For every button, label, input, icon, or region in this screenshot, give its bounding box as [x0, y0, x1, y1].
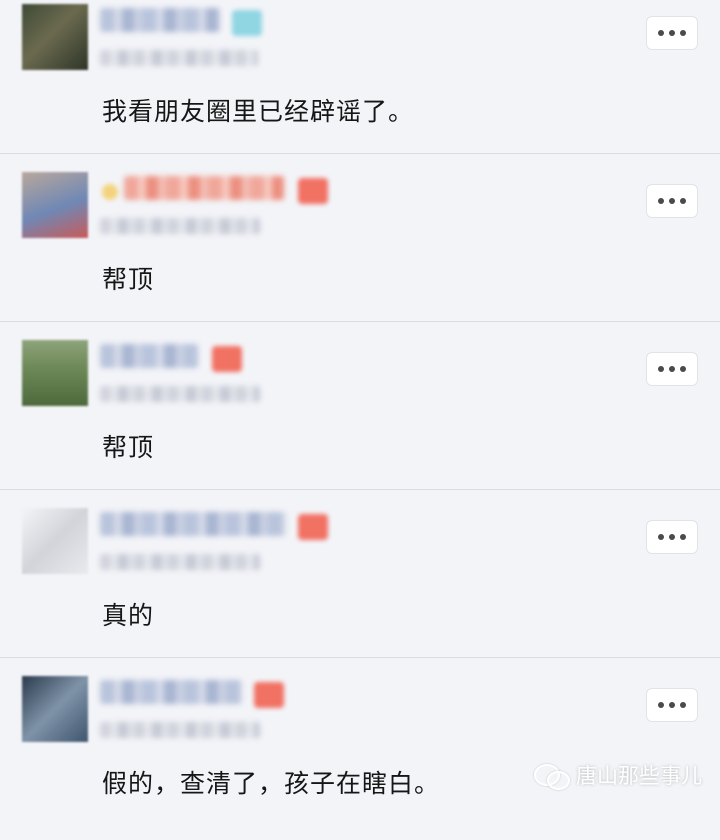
ellipsis-icon: [658, 534, 664, 540]
avatar[interactable]: [22, 4, 88, 70]
comment-item: 帮顶: [0, 168, 720, 336]
more-options-button[interactable]: [646, 520, 698, 554]
ellipsis-icon: [658, 366, 664, 372]
ellipsis-icon: [658, 30, 664, 36]
comment-text: 帮顶: [102, 433, 155, 462]
comment-item: 假的，查清了，孩子在瞎白。: [0, 672, 720, 840]
avatar[interactable]: [22, 676, 88, 742]
username-blurred[interactable]: [100, 344, 198, 368]
comment-text: 我看朋友圈里已经辟谣了。: [102, 97, 415, 126]
user-badge-icon: [212, 346, 242, 372]
timestamp-blurred: [100, 722, 260, 738]
avatar[interactable]: [22, 340, 88, 406]
wechat-icon: [534, 762, 570, 790]
comment-item: 帮顶: [0, 336, 720, 504]
user-badge-icon: [298, 514, 328, 540]
divider: [0, 153, 720, 154]
user-badge-icon: [254, 682, 284, 708]
more-options-button[interactable]: [646, 16, 698, 50]
avatar[interactable]: [22, 172, 88, 238]
timestamp-blurred: [100, 386, 260, 402]
timestamp-blurred: [100, 50, 258, 66]
comment-text: 帮顶: [102, 265, 155, 294]
ellipsis-icon: [658, 198, 664, 204]
more-options-button[interactable]: [646, 688, 698, 722]
username-blurred[interactable]: [100, 512, 286, 536]
watermark-text: 唐山那些事儿: [576, 764, 702, 788]
avatar[interactable]: [22, 508, 88, 574]
watermark: 唐山那些事儿: [534, 760, 702, 790]
vip-icon: [102, 184, 118, 200]
comment-item: 真的: [0, 504, 720, 672]
ellipsis-icon: [658, 702, 664, 708]
divider: [0, 657, 720, 658]
more-options-button[interactable]: [646, 352, 698, 386]
more-options-button[interactable]: [646, 184, 698, 218]
timestamp-blurred: [100, 218, 260, 234]
comment-text: 真的: [102, 601, 155, 630]
username-blurred[interactable]: [100, 8, 220, 32]
user-badge-icon: [232, 10, 262, 36]
comment-item: 我看朋友圈里已经辟谣了。: [0, 0, 720, 168]
username-blurred[interactable]: [100, 680, 242, 704]
comment-text: 假的，查清了，孩子在瞎白。: [102, 769, 441, 798]
divider: [0, 489, 720, 490]
user-badge-icon: [298, 178, 328, 204]
timestamp-blurred: [100, 554, 260, 570]
username-blurred[interactable]: [124, 176, 284, 200]
divider: [0, 321, 720, 322]
